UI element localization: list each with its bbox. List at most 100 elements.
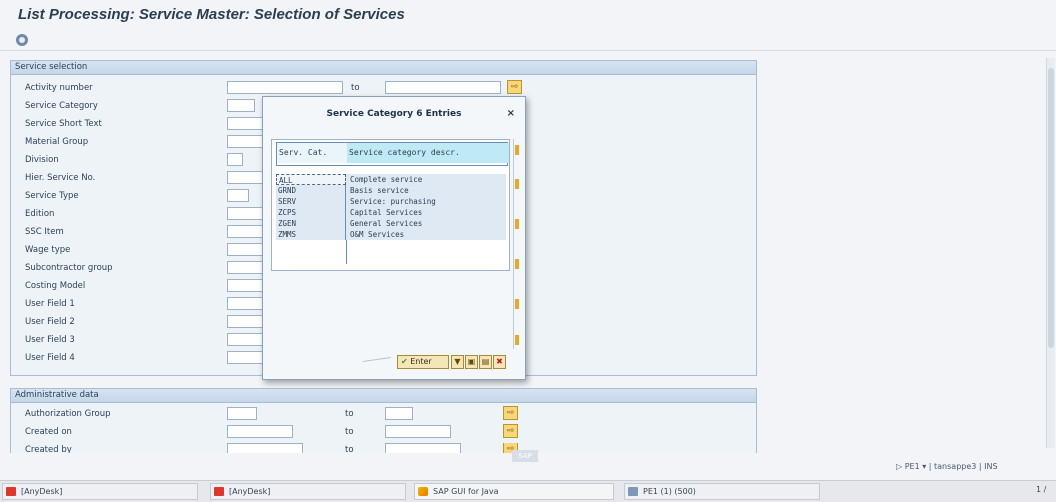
column-header-serv-cat[interactable]: Serv. Cat.: [277, 143, 348, 163]
list-item[interactable]: ALL Complete service: [276, 174, 506, 185]
popup-title: Service Category 6 Entries: [326, 109, 462, 119]
field-label: User Field 1: [25, 299, 75, 309]
created-by-from-input[interactable]: [227, 443, 303, 453]
multiple-selection-button[interactable]: ⇨: [503, 406, 518, 420]
division-input[interactable]: [227, 153, 243, 166]
user-field-3-input[interactable]: [227, 333, 263, 346]
taskbar-label: [AnyDesk]: [21, 487, 63, 496]
serv-cat-cell[interactable]: ZMMS: [276, 229, 346, 240]
workspace-indicator[interactable]: 1 /: [1036, 485, 1046, 494]
print-icon[interactable]: ▤: [479, 355, 492, 369]
row-authorization-group: Authorization Group to ⇨: [11, 406, 756, 425]
status-bar: ▷ PE1 ▾ | tansappe3 | INS: [896, 462, 998, 471]
taskbar-label: [AnyDesk]: [229, 487, 271, 496]
list-item[interactable]: GRND Basis service: [276, 185, 506, 196]
descr-cell[interactable]: Capital Services: [346, 207, 506, 218]
serv-cat-cell[interactable]: SERV: [276, 196, 346, 207]
service-category-input[interactable]: [227, 99, 255, 112]
checkmark-icon: ✔: [401, 357, 408, 366]
popup-scrollbar[interactable]: [513, 139, 520, 349]
multiple-selection-button[interactable]: ⇨: [503, 424, 518, 438]
close-icon[interactable]: ×: [507, 108, 515, 119]
field-label: Activity number: [25, 83, 93, 93]
row-created-on: Created on to ⇨: [11, 424, 756, 443]
field-label: User Field 4: [25, 353, 75, 363]
filter-icon[interactable]: ▼: [451, 355, 464, 369]
descr-cell[interactable]: Service: purchasing: [346, 196, 506, 207]
resize-grip[interactable]: [363, 357, 391, 362]
user-field-2-input[interactable]: [227, 315, 263, 328]
field-label: Service Category: [25, 101, 98, 111]
system-id: PE1: [904, 462, 920, 471]
created-by-to-input[interactable]: [385, 443, 461, 453]
title-bar: List Processing: Service Master: Selecti…: [0, 4, 1056, 26]
to-label: to: [345, 409, 354, 419]
cancel-icon[interactable]: ✖: [493, 355, 506, 369]
scrollbar-thumb[interactable]: [1048, 68, 1054, 348]
list-item[interactable]: ZCPS Capital Services: [276, 207, 506, 218]
anydesk-icon: [6, 487, 16, 496]
panel-header: Administrative data: [11, 389, 756, 403]
list-item[interactable]: ZGEN General Services: [276, 218, 506, 229]
value-list: Serv. Cat. Service category descr. ALL C…: [271, 139, 510, 271]
serv-cat-cell[interactable]: ZCPS: [276, 207, 346, 218]
field-label: SSC Item: [25, 227, 64, 237]
field-label: Service Type: [25, 191, 79, 201]
save-icon[interactable]: ▣: [465, 355, 478, 369]
activity-number-from-input[interactable]: [227, 81, 343, 94]
descr-cell[interactable]: General Services: [346, 218, 506, 229]
serv-cat-cell[interactable]: ALL: [276, 174, 346, 185]
hier-service-no-input[interactable]: [227, 171, 263, 184]
taskbar-item-anydesk-2[interactable]: [AnyDesk]: [210, 483, 406, 500]
user-field-1-input[interactable]: [227, 297, 263, 310]
descr-cell[interactable]: Complete service: [346, 174, 506, 185]
vertical-scrollbar[interactable]: [1046, 58, 1055, 448]
system-dropdown-icon[interactable]: ▾: [922, 462, 926, 471]
costing-model-input[interactable]: [227, 279, 263, 292]
field-label: Edition: [25, 209, 55, 219]
service-short-text-input[interactable]: [227, 117, 263, 130]
field-label: User Field 2: [25, 317, 75, 327]
play-icon[interactable]: ▷: [896, 462, 902, 471]
authorization-group-to-input[interactable]: [385, 407, 413, 420]
ssc-item-input[interactable]: [227, 225, 263, 238]
wage-type-input[interactable]: [227, 243, 263, 256]
created-on-from-input[interactable]: [227, 425, 293, 438]
list-body: ALL Complete service GRND Basis service …: [276, 174, 506, 264]
anydesk-icon: [214, 487, 224, 496]
enter-button[interactable]: ✔ Enter: [397, 355, 449, 369]
descr-cell[interactable]: O&M Services: [346, 229, 506, 240]
user-field-4-input[interactable]: [227, 351, 263, 364]
taskbar-item-pe1[interactable]: PE1 (1) (500): [624, 483, 820, 500]
taskbar-label: SAP GUI for Java: [433, 487, 499, 496]
subcontractor-group-input[interactable]: [227, 261, 263, 274]
taskbar-item-sap-gui[interactable]: SAP GUI for Java: [414, 483, 614, 500]
authorization-group-from-input[interactable]: [227, 407, 257, 420]
sap-logo: SAP: [512, 450, 538, 462]
panel-header: Service selection: [11, 61, 756, 75]
taskbar-item-anydesk-1[interactable]: [AnyDesk]: [2, 483, 198, 500]
serv-cat-cell[interactable]: GRND: [276, 185, 346, 196]
window-icon: [628, 487, 638, 496]
multiple-selection-button[interactable]: ⇨: [507, 80, 522, 94]
field-label: Authorization Group: [25, 409, 111, 419]
edition-input[interactable]: [227, 207, 263, 220]
application-toolbar: [0, 28, 1056, 51]
service-type-input[interactable]: [227, 189, 249, 202]
insert-mode: INS: [984, 462, 998, 471]
enter-label: Enter: [410, 357, 432, 366]
field-label: Service Short Text: [25, 119, 102, 129]
serv-cat-cell[interactable]: ZGEN: [276, 218, 346, 229]
activity-number-to-input[interactable]: [385, 81, 501, 94]
service-category-popup: Service Category 6 Entries × Serv. Cat. …: [262, 96, 526, 380]
field-label: Material Group: [25, 137, 89, 147]
list-item[interactable]: SERV Service: purchasing: [276, 196, 506, 207]
created-on-to-input[interactable]: [385, 425, 451, 438]
list-item[interactable]: ZMMS O&M Services: [276, 229, 506, 240]
material-group-input[interactable]: [227, 135, 263, 148]
descr-cell[interactable]: Basis service: [346, 185, 506, 196]
column-header-descr[interactable]: Service category descr.: [347, 143, 509, 163]
to-label: to: [345, 445, 354, 453]
execute-icon[interactable]: [16, 34, 28, 46]
field-label: Costing Model: [25, 281, 86, 291]
